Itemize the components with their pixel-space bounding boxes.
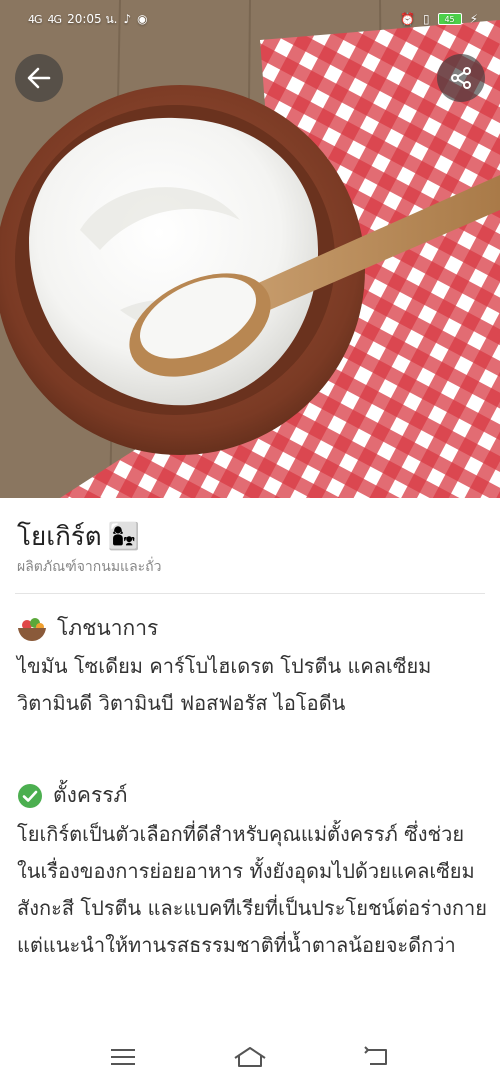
yogurt-photo [0,0,500,498]
share-icon [451,67,471,89]
system-nav-bar [0,1030,500,1083]
nutrition-label: โภชนาการ [57,616,159,640]
home-button[interactable] [230,1037,270,1077]
status-bar: 4G 4G 20:05 น. ♪ ◉ ⏰ ▯ 45 ⚡ [0,0,500,38]
back-nav-icon [363,1045,387,1065]
back-button[interactable] [15,54,63,102]
food-category: ผลิตภัณฑ์จากนมและถั่ว [17,559,162,575]
arrow-left-icon [27,67,51,89]
share-button[interactable] [437,54,485,102]
battery-icon: 45 [437,13,462,25]
tiktok-icon: ♪ [123,12,132,26]
pregnancy-text: โยเกิร์ตเป็นตัวเลือกที่ดีสำหรับคุณแม่ตั้… [17,822,487,957]
check-circle-icon [18,783,42,808]
nutrition-heading: โภชนาการ [17,612,158,645]
food-title: โยเกิร์ต [17,522,102,552]
vibrate-icon: ▯ [422,12,430,26]
pregnancy-label: ตั้งครรภ์ [53,783,128,807]
signal-icon-2: 4G [47,12,62,26]
messenger-icon: ◉ [137,12,148,26]
divider [15,593,485,594]
title-row: โยเกิร์ต 👩‍👧 [17,516,140,557]
charging-icon: ⚡ [469,12,478,26]
home-icon [234,1046,266,1067]
mother-child-emoji: 👩‍👧 [107,521,141,552]
pregnancy-heading: ตั้งครรภ์ [17,779,127,812]
signal-icon: 4G [28,12,42,26]
alarm-icon: ⏰ [400,12,415,26]
salad-bowl-icon [18,617,46,641]
menu-button[interactable] [103,1037,143,1077]
hero-image [0,0,500,498]
menu-icon [111,1048,136,1065]
back-nav-button[interactable] [357,1037,397,1077]
clock: 20:05 น. [67,11,118,26]
nutrition-text: ไขมัน โซเดียม คาร์โบไฮเดรต โปรตีน แคลเซี… [17,654,432,715]
